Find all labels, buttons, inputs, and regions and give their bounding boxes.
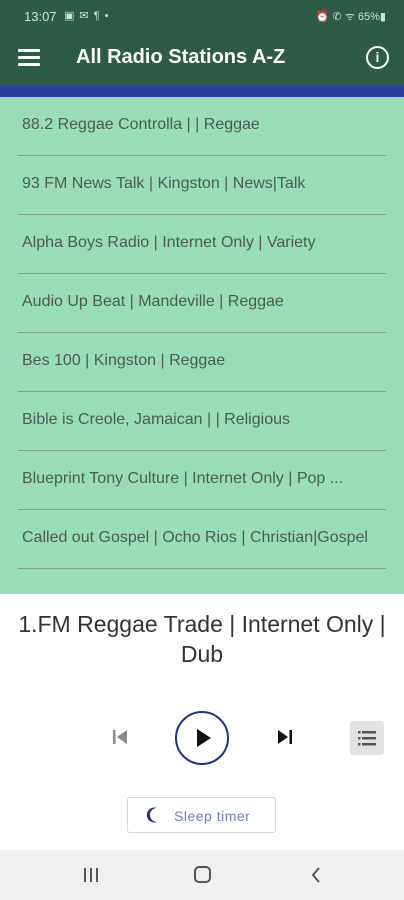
station-label: Audio Up Beat | Mandeville | Reggae — [22, 293, 284, 310]
now-playing-line-2: Dub — [180, 641, 224, 667]
station-label: Blueprint Tony Culture | Internet Only |… — [22, 470, 344, 487]
playlist-button[interactable] — [350, 721, 384, 755]
skip-next-icon — [278, 730, 292, 744]
station-label: Bes 100 | Kingston | Reggae — [22, 352, 226, 369]
recent-apps-button[interactable] — [82, 867, 100, 888]
play-icon — [197, 729, 211, 747]
info-icon[interactable]: i — [366, 46, 389, 69]
now-playing-line-1: 1.FM Reggae Trade | Internet Only | — [18, 611, 386, 637]
back-button[interactable] — [309, 866, 323, 889]
station-label: 93 FM News Talk | Kingston | News|Talk — [22, 175, 306, 192]
home-icon — [194, 866, 211, 883]
station-row[interactable]: 93 FM News Talk | Kingston | News|Talk — [0, 156, 404, 215]
player-panel: 1.FM Reggae Trade | Internet Only | Dub — [0, 594, 404, 850]
station-label: Called out Gospel | Ocho Rios | Christia… — [22, 529, 368, 546]
station-label: 88.2 Reggae Controlla | | Reggae — [22, 116, 260, 133]
moon-icon — [146, 807, 157, 823]
sleep-timer-button[interactable]: Sleep timer — [127, 797, 276, 833]
station-row[interactable]: Blueprint Tony Culture | Internet Only |… — [0, 451, 404, 510]
sleep-timer-label: Sleep timer — [174, 808, 251, 824]
station-row[interactable]: Called out Gospel | Ocho Rios | Christia… — [0, 510, 404, 569]
notification-icons: ▣ ✉ ¶ • — [64, 10, 110, 22]
now-playing-title: 1.FM Reggae Trade | Internet Only | Dub — [6, 609, 398, 669]
station-row[interactable]: 88.2 Reggae Controlla | | Reggae — [0, 97, 404, 156]
back-icon — [311, 867, 320, 883]
station-label: Bible is Creole, Jamaican | | Religious — [22, 411, 290, 428]
station-row[interactable]: Alpha Boys Radio | Internet Only | Varie… — [0, 215, 404, 274]
station-row[interactable]: Bes 100 | Kingston | Reggae — [0, 333, 404, 392]
status-bar: 13:07 ▣ ✉ ¶ • ⏰ ✆ ᯤ 65%▮ — [0, 0, 404, 30]
station-label: Alpha Boys Radio | Internet Only | Varie… — [22, 234, 316, 251]
station-list[interactable]: 1.FM Reggae Trade | Internet Only | Dub 8… — [0, 86, 404, 594]
hamburger-menu-icon[interactable] — [18, 49, 40, 67]
system-status-icons: ⏰ ✆ ᯤ 65%▮ — [315, 11, 386, 23]
previous-button[interactable] — [110, 728, 130, 746]
skip-previous-icon — [113, 730, 127, 744]
status-time: 13:07 — [24, 9, 57, 24]
playlist-icon — [358, 731, 376, 746]
system-navigation-bar — [0, 850, 404, 900]
page-title: All Radio Stations A-Z — [76, 46, 286, 68]
row-divider — [18, 568, 386, 569]
app-bar: All Radio Stations A-Z i — [0, 30, 404, 86]
recent-apps-icon — [84, 868, 98, 882]
station-row[interactable]: Audio Up Beat | Mandeville | Reggae — [0, 274, 404, 333]
station-row-active[interactable]: 1.FM Reggae Trade | Internet Only | Dub — [0, 86, 404, 97]
next-button[interactable] — [275, 728, 295, 746]
home-button[interactable] — [193, 866, 213, 889]
station-row[interactable]: Bible is Creole, Jamaican | | Religious — [0, 392, 404, 451]
play-button[interactable] — [175, 711, 229, 765]
